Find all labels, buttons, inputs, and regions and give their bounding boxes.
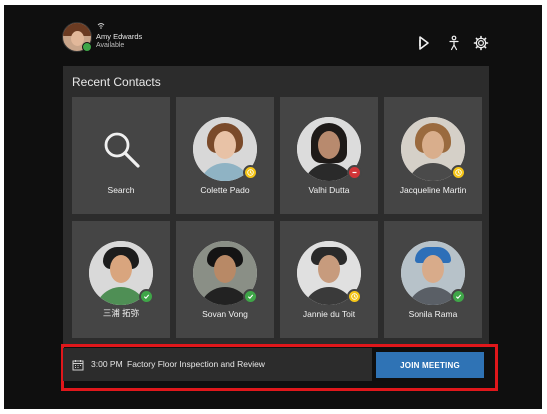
contact-name: Sonila Rama <box>408 309 458 319</box>
search-tile[interactable]: Search <box>72 97 170 214</box>
join-meeting-button[interactable]: JOIN MEETING <box>376 352 484 378</box>
contact-tile[interactable]: Sovan Vong <box>176 221 274 338</box>
header: Amy Edwards Available <box>4 5 542 65</box>
contact-name: Jacqueline Martin <box>399 185 467 195</box>
search-icon <box>102 130 142 175</box>
user-name: Amy Edwards <box>96 32 143 41</box>
contact-tile[interactable]: Jannie du Toit <box>280 221 378 338</box>
accessibility-icon[interactable] <box>446 35 462 51</box>
presence-away-icon <box>347 289 362 304</box>
user-presence-available <box>82 42 92 52</box>
contact-tile[interactable]: Colette Pado <box>176 97 274 214</box>
presence-away-icon <box>243 165 258 180</box>
contact-name: Sovan Vong <box>202 309 248 319</box>
presence-available-icon <box>139 289 154 304</box>
search-label: Search <box>107 185 135 195</box>
user-status: Available <box>96 42 125 49</box>
contact-name: Colette Pado <box>200 185 250 195</box>
settings-gear-icon[interactable] <box>473 35 489 51</box>
contact-name: Valhi Dutta <box>308 185 350 195</box>
meeting-time: 3:00 PM <box>91 359 123 369</box>
contact-tile[interactable]: Jacqueline Martin <box>384 97 482 214</box>
contact-tile[interactable]: Sonila Rama <box>384 221 482 338</box>
presence-available-icon <box>451 289 466 304</box>
recent-contacts-panel: Recent Contacts Search Colette Pado Valh… <box>63 66 489 347</box>
meeting-title: Factory Floor Inspection and Review <box>127 359 265 369</box>
presence-away-icon <box>451 165 466 180</box>
panel-title: Recent Contacts <box>72 75 161 89</box>
contact-tile[interactable]: Valhi Dutta <box>280 97 378 214</box>
calendar-icon <box>72 358 84 376</box>
signal-icon <box>97 22 105 32</box>
presence-available-icon <box>243 289 258 304</box>
contact-name: Jannie du Toit <box>302 309 356 319</box>
share-screen-icon[interactable] <box>416 35 432 51</box>
upcoming-meeting-bar[interactable]: 3:00 PM Factory Floor Inspection and Rev… <box>63 348 372 381</box>
contact-name: 三浦 拓弥 <box>102 308 140 318</box>
contact-tile[interactable]: 三浦 拓弥 <box>72 221 170 338</box>
presence-dnd-icon <box>347 165 362 180</box>
